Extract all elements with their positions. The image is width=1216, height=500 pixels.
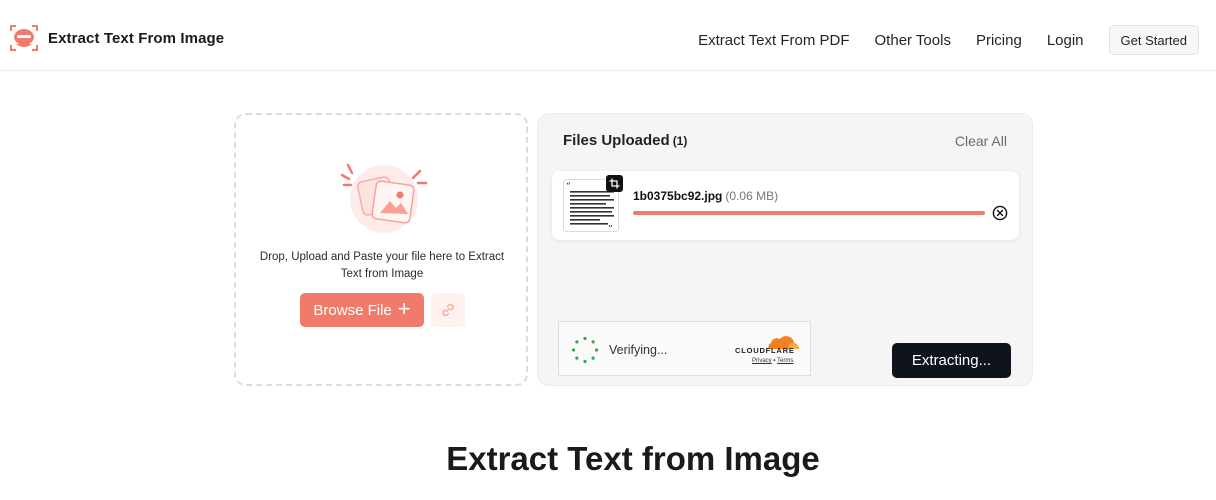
brand-name: Extract Text From Image [48,29,225,47]
page-title: Extract Text from Image [446,440,820,477]
captcha-status: Verifying... [609,343,668,357]
files-uploaded-title: Files Uploaded (1) [563,132,687,149]
upload-instructions: Drop, Upload and Paste your file here to… [259,251,505,280]
brand-link[interactable]: Extract Text From Image [8,22,224,54]
cloudflare-captcha-widget[interactable]: Verifying... CLOUDFLARE Privacy • Terms [558,321,811,376]
nav-login[interactable]: Login [1047,32,1084,49]
cloudflare-brand: CLOUDFLARE [735,346,795,355]
svg-text:”: ” [608,225,613,232]
svg-text:“: “ [566,181,571,192]
file-name: 1b0375bc92.jpg (0.06 MB) [633,189,778,203]
files-count: (1) [672,134,688,148]
privacy-link[interactable]: Privacy [752,358,772,364]
nav-extract-pdf[interactable]: Extract Text From PDF [698,32,849,49]
crop-button[interactable] [606,175,623,192]
upload-progress-bar [633,211,985,215]
terms-link[interactable]: Terms [777,358,793,364]
brand-logo-icon [10,25,38,51]
captcha-links: Privacy • Terms [752,358,793,364]
get-started-button[interactable]: Get Started [1108,25,1199,55]
upload-progress-fill [633,211,985,215]
browse-file-button[interactable]: Browse File + [300,293,424,327]
nav-pricing[interactable]: Pricing [976,32,1022,49]
browse-file-label: Browse File [313,301,392,319]
nav-other-tools[interactable]: Other Tools [875,32,951,49]
image-upload-illustration-icon [340,163,428,233]
upload-dropzone[interactable]: Drop, Upload and Paste your file here to… [234,113,528,386]
paste-url-button[interactable] [431,293,465,327]
top-header: Extract Text From Image Extract Text Fro… [0,0,1216,71]
files-title-text: Files Uploaded [563,132,670,149]
main-nav: Extract Text From PDF Other Tools Pricin… [698,25,1199,55]
link-separator: • [773,358,776,364]
file-item: “ ” 1b0375bc92.jpg(0.06 MB) [552,171,1019,240]
file-name-text: 1b0375bc92.jpg [633,189,723,203]
crop-icon [609,178,620,189]
files-uploaded-panel: Files Uploaded (1) Clear All “ ” 1b0375b… [537,113,1033,386]
plus-icon: + [397,296,411,321]
extract-button[interactable]: Extracting... [892,343,1011,378]
spinner-icon [571,336,599,364]
remove-file-icon[interactable] [992,205,1008,221]
link-icon [442,303,454,317]
file-size: (0.06 MB) [725,189,779,203]
clear-all-button[interactable]: Clear All [955,133,1007,149]
